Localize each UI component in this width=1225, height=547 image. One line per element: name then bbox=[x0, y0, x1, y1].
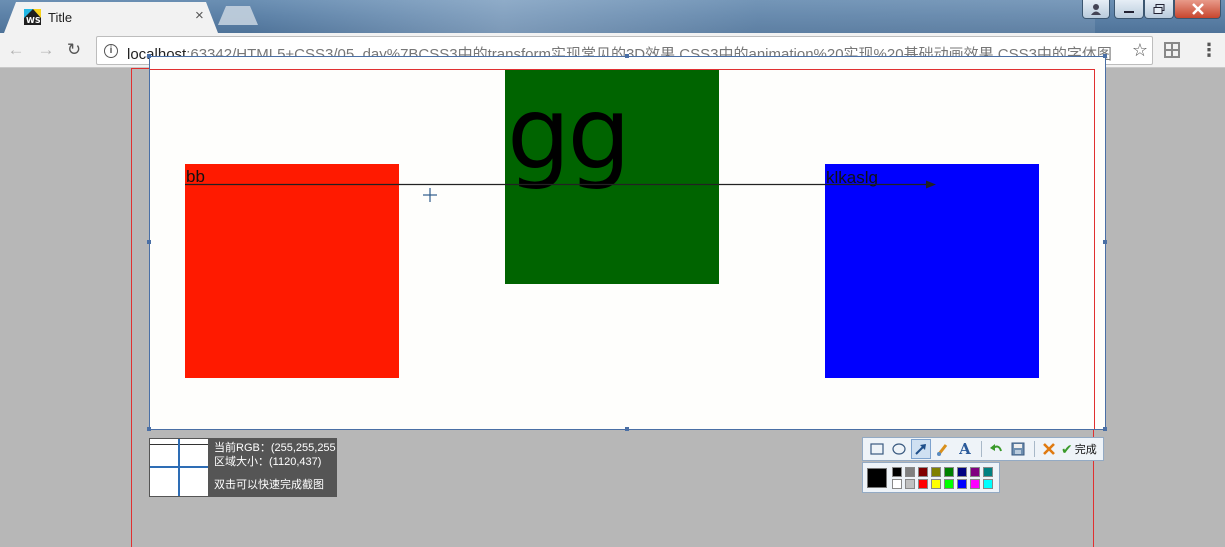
capture-info-panel: 当前RGB：(255,255,255 区域大小：(1120,437) 双击可以快… bbox=[209, 438, 337, 497]
resize-handle[interactable] bbox=[1103, 54, 1107, 58]
browser-tab[interactable]: WS Title × bbox=[4, 2, 218, 33]
titlebar-glass bbox=[250, 0, 1095, 33]
forward-arrow-icon[interactable]: → bbox=[36, 40, 56, 60]
cancel-icon[interactable] bbox=[1039, 439, 1059, 459]
user-profile-button[interactable] bbox=[1082, 0, 1110, 19]
color-swatch[interactable] bbox=[970, 467, 980, 477]
color-swatch[interactable] bbox=[918, 479, 928, 489]
area-size-readout: 区域大小：(1120,437) bbox=[214, 456, 322, 468]
color-palette bbox=[862, 462, 1000, 493]
resize-handle[interactable] bbox=[625, 427, 629, 431]
extension-icon[interactable] bbox=[1164, 42, 1180, 58]
resize-handle[interactable] bbox=[1103, 240, 1107, 244]
color-swatch[interactable] bbox=[983, 467, 993, 477]
magnifier-preview bbox=[149, 438, 209, 497]
webstorm-icon: WS bbox=[24, 9, 41, 25]
rectangle-tool-icon[interactable] bbox=[867, 439, 887, 459]
close-window-button[interactable] bbox=[1174, 0, 1221, 19]
capture-selection[interactable]: gg bb klkaslg bbox=[149, 56, 1106, 430]
restore-button[interactable] bbox=[1144, 0, 1174, 19]
tab-close-icon[interactable]: × bbox=[195, 8, 204, 24]
close-icon bbox=[1191, 3, 1204, 15]
toolbar-divider bbox=[981, 441, 982, 457]
resize-handle[interactable] bbox=[147, 427, 151, 431]
color-swatch[interactable] bbox=[944, 467, 954, 477]
crosshair-cursor-icon bbox=[423, 188, 437, 202]
rgb-readout: 当前RGB：(255,255,255 bbox=[214, 442, 336, 454]
tab-title: Title bbox=[48, 10, 73, 25]
color-swatch[interactable] bbox=[957, 467, 967, 477]
done-button[interactable]: ✔ 完成 bbox=[1061, 441, 1097, 458]
resize-handle[interactable] bbox=[1103, 427, 1107, 431]
color-swatch[interactable] bbox=[892, 479, 902, 489]
arrow-tool-icon[interactable] bbox=[911, 439, 931, 459]
current-color-swatch[interactable] bbox=[867, 468, 887, 488]
capture-toolbar: A ✔ 完成 bbox=[862, 437, 1104, 461]
ellipse-tool-icon[interactable] bbox=[889, 439, 909, 459]
color-swatch[interactable] bbox=[957, 479, 967, 489]
drawn-arrow-annotation bbox=[185, 180, 936, 202]
restore-icon bbox=[1153, 4, 1165, 14]
resize-handle[interactable] bbox=[147, 54, 151, 58]
color-swatch[interactable] bbox=[944, 479, 954, 489]
undo-icon[interactable] bbox=[986, 439, 1006, 459]
color-swatch[interactable] bbox=[918, 467, 928, 477]
color-swatch[interactable] bbox=[983, 479, 993, 489]
resize-handle[interactable] bbox=[147, 240, 151, 244]
color-swatch[interactable] bbox=[892, 467, 902, 477]
color-swatch[interactable] bbox=[905, 479, 915, 489]
color-swatch[interactable] bbox=[905, 467, 915, 477]
color-swatch[interactable] bbox=[970, 479, 980, 489]
text-tool-icon[interactable]: A bbox=[955, 439, 975, 459]
toolbar-divider bbox=[1034, 441, 1035, 457]
resize-handle[interactable] bbox=[625, 54, 629, 58]
minimize-button[interactable] bbox=[1114, 0, 1144, 19]
menu-dots-icon[interactable]: ⋮ bbox=[1200, 40, 1218, 60]
color-swatch[interactable] bbox=[931, 467, 941, 477]
color-swatch[interactable] bbox=[931, 479, 941, 489]
window-titlebar: WS Title × bbox=[0, 0, 1225, 33]
site-info-icon[interactable]: i bbox=[104, 44, 118, 58]
back-arrow-icon[interactable]: ← bbox=[6, 40, 26, 60]
done-check-icon: ✔ bbox=[1061, 440, 1073, 457]
svg-text:WS: WS bbox=[26, 16, 41, 25]
reload-icon[interactable]: ↻ bbox=[64, 40, 84, 60]
minimize-icon bbox=[1124, 11, 1134, 13]
save-icon[interactable] bbox=[1008, 439, 1028, 459]
done-label: 完成 bbox=[1074, 444, 1097, 456]
double-click-hint: 双击可以快速完成截图 bbox=[214, 479, 324, 491]
brush-tool-icon[interactable] bbox=[933, 439, 953, 459]
bookmark-star-icon[interactable]: ☆ bbox=[1127, 40, 1148, 61]
user-icon bbox=[1091, 4, 1101, 15]
